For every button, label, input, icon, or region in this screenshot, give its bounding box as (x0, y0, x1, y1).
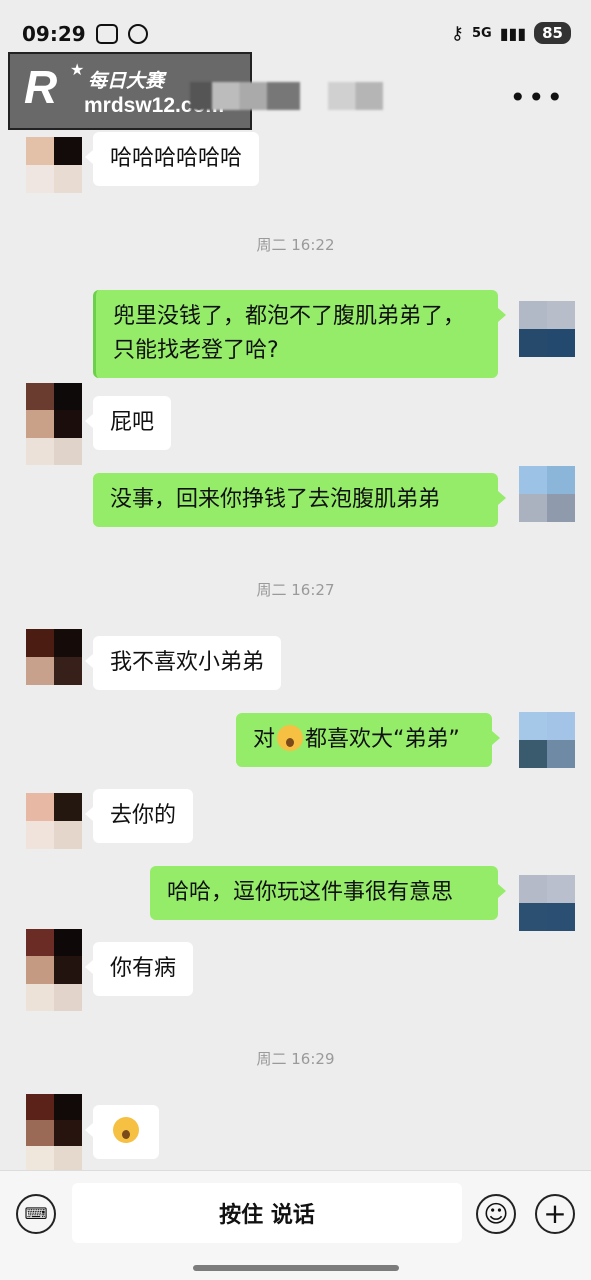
star-icon: ★ (70, 62, 85, 79)
self-avatar[interactable] (519, 875, 575, 931)
contact-avatar[interactable] (26, 137, 82, 193)
message-bubble-sent[interactable]: 对 都喜欢大“弟弟” (236, 713, 500, 767)
message-bubble-sent[interactable]: 没事，回来你挣钱了去泡腹肌弟弟 (93, 473, 506, 527)
face-emoji-icon (113, 1117, 139, 1143)
watermark-letter: R (24, 61, 58, 113)
message-bubble-received[interactable]: 哈哈哈哈哈哈 (84, 132, 260, 186)
clock: 09:29 (22, 22, 86, 46)
timestamp: 周二 16:27 (256, 581, 335, 599)
emoji-icon[interactable]: ☺ (476, 1194, 516, 1234)
message-text: 都喜欢大“弟弟” (305, 727, 460, 752)
more-icon[interactable]: ••• (509, 84, 565, 112)
chat-header: R ★ 每日大赛 mrdsw12.com ••• (0, 50, 591, 132)
message-bubble-received[interactable]: 你有病 (84, 942, 194, 996)
contact-avatar[interactable] (26, 629, 82, 685)
input-bar: ⌨ 按住 说话 ☺ + (0, 1170, 591, 1280)
laughing-crying-emoji-icon (277, 725, 304, 751)
hold-to-talk-button[interactable]: 按住 说话 (72, 1183, 462, 1243)
message-bubble-received[interactable]: 去你的 (84, 789, 194, 843)
contact-name-blurred-2 (328, 82, 383, 110)
lock-icon (127, 24, 148, 44)
contact-avatar[interactable] (26, 929, 82, 1011)
home-indicator (193, 1265, 399, 1271)
signal-icon: ▮▮▮ (499, 23, 527, 43)
battery-level: 85 (534, 22, 571, 44)
self-avatar[interactable] (519, 712, 575, 768)
message-bubble-received[interactable]: 我不喜欢小弟弟 (84, 636, 282, 690)
watermark-title: 每日大赛 (88, 71, 165, 92)
contact-avatar[interactable] (26, 793, 82, 849)
message-bubble-received[interactable] (85, 1105, 159, 1159)
message-bubble-sent[interactable]: 哈哈，逗你玩这件事很有意思 (150, 866, 506, 920)
timestamp: 周二 16:29 (256, 1050, 335, 1068)
self-avatar[interactable] (519, 301, 575, 357)
keyboard-icon[interactable]: ⌨ (16, 1194, 56, 1234)
plus-icon[interactable]: + (535, 1194, 575, 1234)
contact-name-blurred (190, 82, 300, 110)
timestamp: 周二 16:22 (256, 236, 335, 254)
screenshot-icon (95, 24, 118, 44)
message-text: 对 (253, 727, 276, 752)
message-line-2: 只能找老登了哈? (113, 338, 279, 363)
contact-avatar[interactable] (26, 383, 82, 465)
message-bubble-sent[interactable]: 兜里没钱了，都泡不了腹肌弟弟了， 只能找老登了哈? (93, 290, 506, 378)
self-avatar[interactable] (519, 466, 575, 522)
message-line-1: 兜里没钱了，都泡不了腹肌弟弟了， (113, 304, 466, 329)
network-label: 5G (471, 25, 492, 41)
contact-avatar[interactable] (26, 1094, 82, 1172)
message-bubble-received[interactable]: 屁吧 (84, 396, 172, 450)
key-icon: ⚷ (450, 22, 464, 44)
